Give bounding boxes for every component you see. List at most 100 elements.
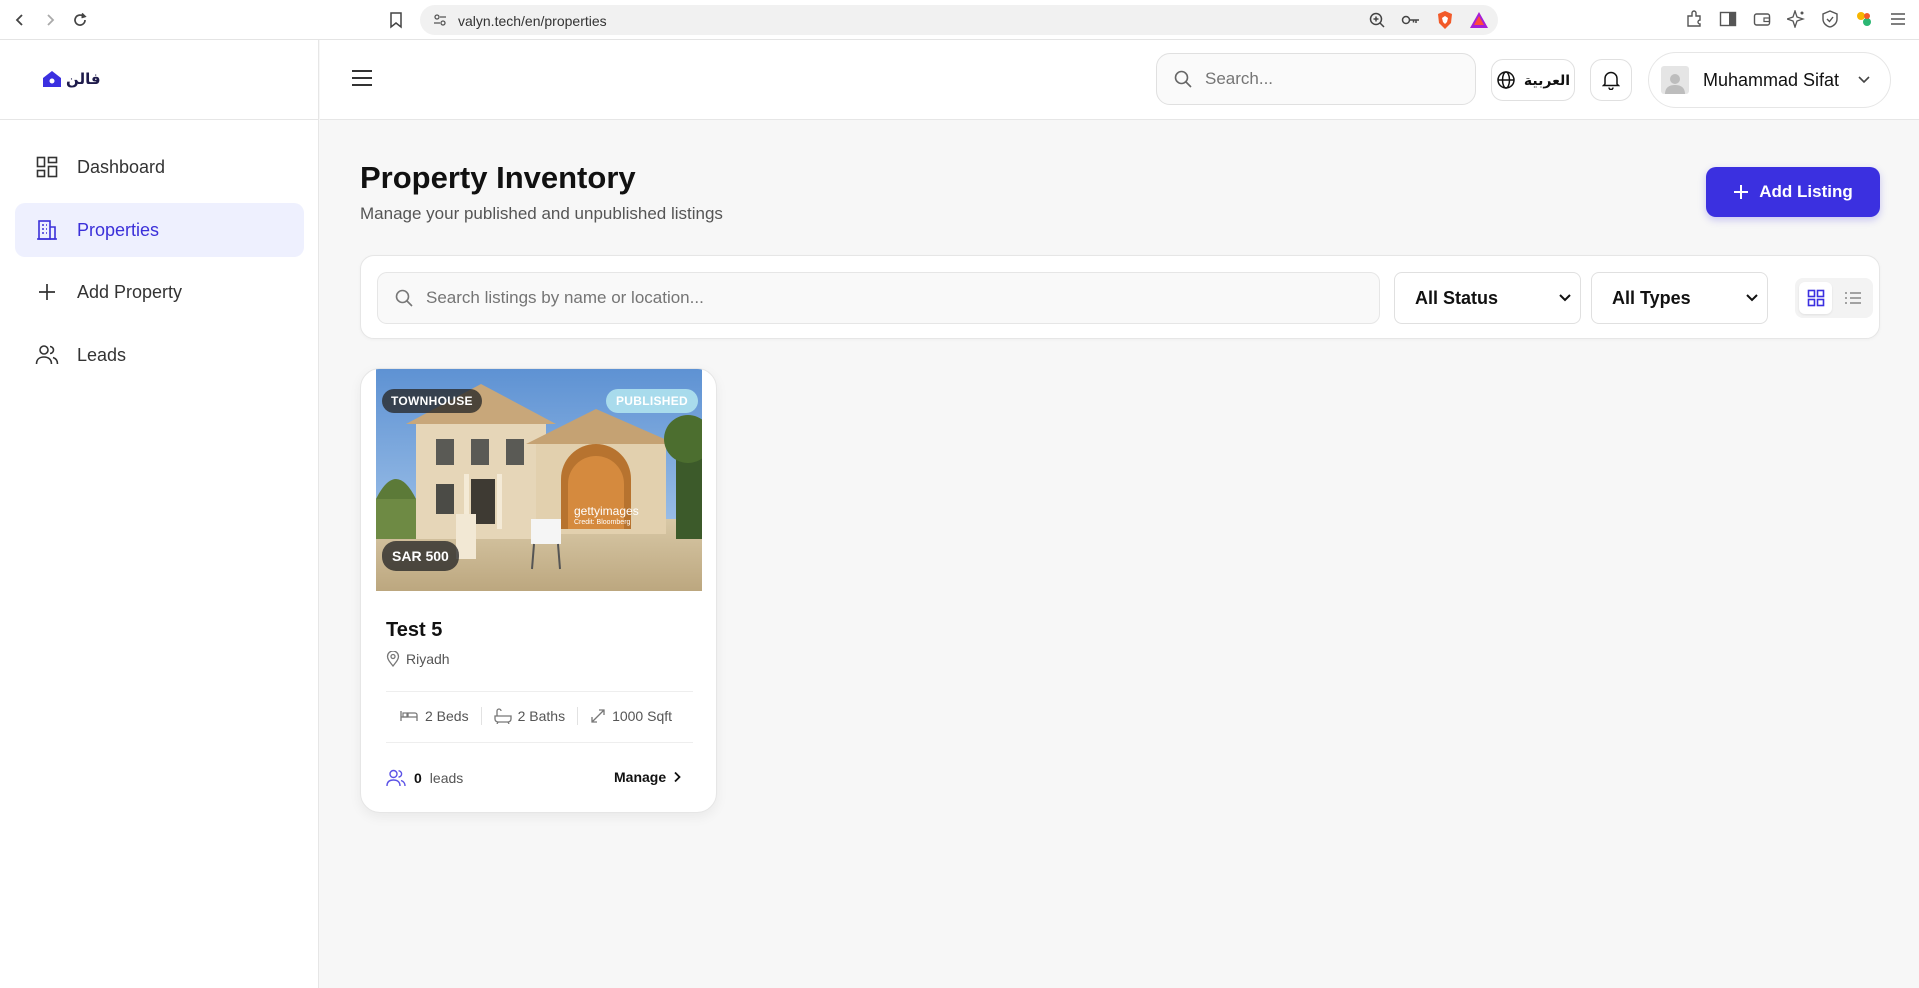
brand-logo[interactable]: فالن <box>42 70 101 88</box>
map-pin-icon <box>386 651 400 667</box>
plus-icon <box>1733 184 1749 200</box>
zoom-icon[interactable] <box>1366 9 1388 31</box>
sidebar-divider <box>0 119 319 120</box>
card-divider <box>386 691 693 692</box>
property-title[interactable]: Test 5 <box>386 619 442 642</box>
type-select[interactable]: All Types <box>1591 272 1768 324</box>
sidebar-item-label: Leads <box>77 344 127 365</box>
baths-text: 2 Baths <box>517 708 566 724</box>
users-icon <box>386 769 406 787</box>
add-listing-button[interactable]: Add Listing <box>1706 167 1880 217</box>
listing-search-box[interactable] <box>377 272 1380 324</box>
chevron-down-icon <box>1857 75 1871 85</box>
property-card[interactable]: TOWNHOUSE PUBLISHED SAR 500 gettyimages … <box>360 368 717 813</box>
user-name: Muhammad Sifat <box>1703 69 1840 90</box>
bed-icon <box>399 709 419 723</box>
search-icon <box>1173 69 1193 89</box>
sidebar-item-label: Properties <box>77 219 160 240</box>
page-title: Property Inventory <box>360 160 636 195</box>
global-search-input[interactable] <box>1205 69 1455 89</box>
manage-link[interactable]: Manage <box>614 769 682 785</box>
grid-icon <box>1807 289 1825 307</box>
url-text: valyn.tech/en/properties <box>458 13 607 29</box>
manage-label: Manage <box>614 769 667 785</box>
plus-icon <box>35 280 59 304</box>
brave-shield-icon[interactable] <box>1434 9 1456 31</box>
list-icon <box>1844 290 1862 306</box>
sidebar-item-add-property[interactable]: Add Property <box>15 265 304 319</box>
sidebar-item-label: Dashboard <box>77 156 166 177</box>
notifications-button[interactable] <box>1590 59 1632 101</box>
stat-separator <box>480 707 482 725</box>
chevron-down-icon <box>1558 293 1572 303</box>
sidebar-item-dashboard[interactable]: Dashboard <box>15 140 304 194</box>
user-menu-button[interactable]: Muhammad Sifat <box>1648 52 1891 108</box>
type-select-value: All Types <box>1612 287 1691 308</box>
property-stats: 2 Beds 2 Baths 1000 Sqft <box>399 707 684 725</box>
status-select-value: All Status <box>1415 287 1499 308</box>
site-settings-icon[interactable] <box>432 12 448 28</box>
card-divider <box>386 742 693 743</box>
global-search-box[interactable] <box>1156 53 1476 105</box>
language-switch-button[interactable]: العربية <box>1491 59 1575 101</box>
grid-view-button[interactable] <box>1799 282 1832 314</box>
leads-summary: 0 leads <box>386 769 463 787</box>
watermark-main: gettyimages <box>574 504 639 518</box>
chevron-right-icon <box>672 771 682 783</box>
sidebar-item-properties[interactable]: Properties <box>15 203 304 257</box>
bell-icon <box>1602 70 1620 90</box>
menu-toggle-icon[interactable] <box>350 67 376 93</box>
wallet-icon[interactable] <box>1751 8 1773 30</box>
chevron-down-icon <box>1745 293 1759 303</box>
vpn-shield-icon[interactable] <box>1819 8 1841 30</box>
browser-menu-icon[interactable] <box>1887 8 1909 30</box>
avatar <box>1661 66 1689 94</box>
expand-icon <box>590 708 606 724</box>
reload-icon[interactable] <box>68 8 92 32</box>
filter-bar: All Status All Types <box>360 255 1880 339</box>
building-icon <box>35 218 59 242</box>
users-icon <box>35 343 59 367</box>
location-text: Riyadh <box>406 651 450 667</box>
extensions-icon[interactable] <box>1683 8 1705 30</box>
sidebar-item-label: Add Property <box>77 281 183 302</box>
area-stat: 1000 Sqft <box>590 708 684 724</box>
language-label: العربية <box>1523 71 1571 88</box>
search-icon <box>394 288 414 308</box>
key-icon[interactable] <box>1400 9 1422 31</box>
brand-name: فالن <box>66 71 101 88</box>
image-watermark: gettyimages Credit: Bloomberg <box>574 505 639 529</box>
area-text: 1000 Sqft <box>612 708 673 724</box>
stat-separator <box>577 707 579 725</box>
address-bar[interactable]: valyn.tech/en/properties <box>420 5 1498 35</box>
browser-toolbar: valyn.tech/en/properties <box>0 0 1919 40</box>
sidebar-toggle-icon[interactable] <box>1717 8 1739 30</box>
status-select[interactable]: All Status <box>1394 272 1581 324</box>
globe-icon <box>1496 70 1516 90</box>
sidebar: فالن Dashboard Properties Add Property L… <box>0 40 319 988</box>
beds-text: 2 Beds <box>425 708 469 724</box>
baths-stat: 2 Baths <box>493 708 577 724</box>
page-subtitle: Manage your published and unpublished li… <box>360 204 723 223</box>
back-icon[interactable] <box>8 8 32 32</box>
property-image[interactable]: TOWNHOUSE PUBLISHED SAR 500 gettyimages … <box>376 369 702 591</box>
leads-label: leads <box>429 770 464 786</box>
top-header: العربية Muhammad Sifat <box>320 40 1919 120</box>
property-type-badge: TOWNHOUSE <box>382 389 482 413</box>
bath-icon <box>493 708 512 724</box>
house-logo-icon <box>43 71 61 87</box>
beds-stat: 2 Beds <box>399 708 481 724</box>
brave-rewards-icon[interactable] <box>1468 9 1490 31</box>
leads-count: 0 <box>414 770 422 786</box>
ai-sparkle-icon[interactable] <box>1785 8 1807 30</box>
extension-colorful-icon[interactable] <box>1853 8 1875 30</box>
forward-icon[interactable] <box>38 8 62 32</box>
sidebar-item-leads[interactable]: Leads <box>15 328 304 382</box>
add-listing-label: Add Listing <box>1759 182 1853 201</box>
watermark-sub: Credit: Bloomberg <box>574 519 631 526</box>
list-view-button[interactable] <box>1836 282 1869 314</box>
price-badge: SAR 500 <box>382 541 459 571</box>
property-location: Riyadh <box>386 651 450 667</box>
bookmark-icon[interactable] <box>384 8 408 32</box>
listing-search-input[interactable] <box>426 288 1366 308</box>
